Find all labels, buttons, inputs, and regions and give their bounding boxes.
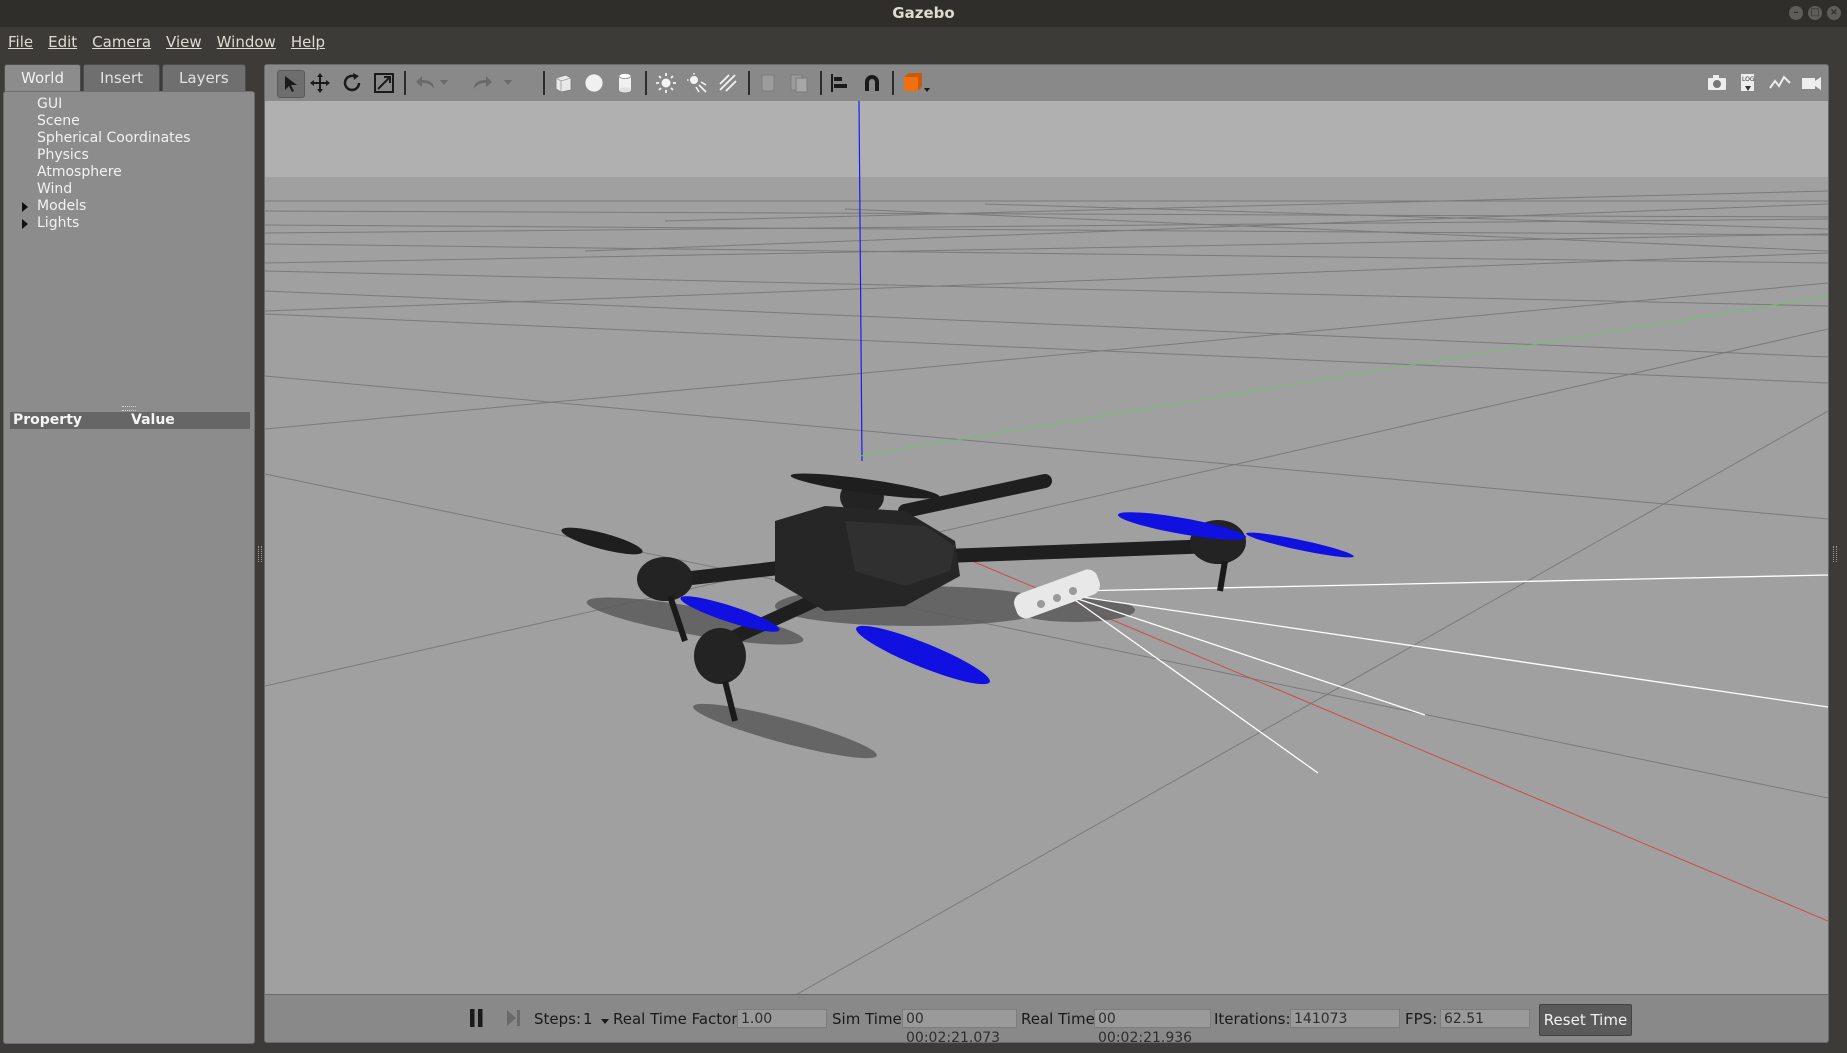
sim-time-value: 00 00:02:21.073 bbox=[902, 1009, 1017, 1046]
value-column-header: Value bbox=[131, 412, 175, 428]
spot-light-icon[interactable] bbox=[684, 70, 710, 96]
rotate-icon[interactable] bbox=[339, 70, 365, 96]
tree-item-models[interactable]: Models bbox=[12, 198, 191, 215]
pause-icon[interactable] bbox=[470, 1009, 484, 1031]
left-panel-tabs: World Insert Layers bbox=[4, 64, 246, 91]
select-arrow-icon[interactable] bbox=[277, 70, 305, 98]
iterations-value: 141073 bbox=[1290, 1009, 1400, 1028]
align-icon[interactable] bbox=[827, 70, 853, 96]
expand-arrow-icon[interactable] bbox=[22, 219, 28, 229]
real-time-value: 00 00:02:21.936 bbox=[1094, 1009, 1211, 1046]
menu-help[interactable]: Help bbox=[284, 33, 332, 51]
menu-edit[interactable]: Edit bbox=[41, 33, 84, 51]
panel-splitter-handle[interactable] bbox=[122, 406, 136, 411]
scene-viewport[interactable] bbox=[264, 101, 1829, 994]
reset-time-button[interactable]: Reset Time bbox=[1539, 1004, 1632, 1036]
menu-file[interactable]: File bbox=[1, 33, 40, 51]
maximize-icon[interactable]: □ bbox=[1808, 6, 1822, 20]
real-time-label: Real Time: bbox=[1021, 1010, 1100, 1028]
scene-render bbox=[265, 101, 1828, 994]
left-panel-resize-handle[interactable] bbox=[258, 546, 262, 562]
tab-insert[interactable]: Insert bbox=[83, 64, 161, 91]
world-panel: GUI Scene Spherical Coordinates Physics … bbox=[3, 91, 255, 1044]
undo-history-icon[interactable] bbox=[437, 70, 451, 96]
tree-item-spherical-coordinates[interactable]: Spherical Coordinates bbox=[12, 130, 191, 147]
menu-camera[interactable]: Camera bbox=[85, 33, 158, 51]
tree-item-physics[interactable]: Physics bbox=[12, 147, 191, 164]
tree-item-gui[interactable]: GUI bbox=[12, 96, 191, 113]
tab-world[interactable]: World bbox=[4, 64, 81, 91]
window-title: Gazebo bbox=[892, 4, 955, 22]
step-forward-icon[interactable] bbox=[507, 1009, 521, 1031]
simulation-status-bar: Steps: 1 Real Time Factor: 1.00 Sim Time… bbox=[264, 994, 1829, 1046]
snap-icon[interactable] bbox=[859, 70, 885, 96]
main-toolbar: LOG bbox=[264, 64, 1829, 102]
rtf-label: Real Time Factor: bbox=[613, 1010, 743, 1028]
right-panel-resize-handle[interactable] bbox=[1833, 546, 1837, 562]
steps-dropdown[interactable]: 1 bbox=[583, 1010, 610, 1028]
minimize-icon[interactable]: – bbox=[1789, 6, 1803, 20]
log-icon[interactable]: LOG bbox=[1735, 70, 1761, 96]
fps-value: 62.51 bbox=[1440, 1009, 1530, 1028]
tree-item-scene[interactable]: Scene bbox=[12, 113, 191, 130]
property-table-header: Property Value bbox=[10, 412, 250, 429]
rtf-value: 1.00 bbox=[737, 1009, 827, 1028]
translate-icon[interactable] bbox=[307, 70, 333, 96]
redo-history-icon[interactable] bbox=[501, 70, 515, 96]
cylinder-shape-icon[interactable] bbox=[612, 70, 638, 96]
iterations-label: Iterations: bbox=[1214, 1010, 1291, 1028]
menu-view[interactable]: View bbox=[159, 33, 209, 51]
screenshot-icon[interactable] bbox=[1704, 70, 1730, 96]
undo-icon[interactable] bbox=[413, 70, 439, 96]
redo-icon[interactable] bbox=[469, 70, 495, 96]
property-column-header: Property bbox=[13, 412, 83, 428]
sim-time-label: Sim Time: bbox=[832, 1010, 907, 1028]
fps-label: FPS: bbox=[1405, 1010, 1438, 1028]
tree-item-atmosphere[interactable]: Atmosphere bbox=[12, 164, 191, 181]
window-controls: – □ × bbox=[1789, 6, 1841, 20]
point-light-icon[interactable] bbox=[653, 70, 679, 96]
record-video-icon[interactable] bbox=[1798, 70, 1824, 96]
copy-icon[interactable] bbox=[755, 70, 781, 96]
world-tree: GUI Scene Spherical Coordinates Physics … bbox=[12, 96, 191, 232]
svg-text:LOG: LOG bbox=[1742, 76, 1755, 83]
tab-layers[interactable]: Layers bbox=[162, 64, 246, 91]
window-titlebar: Gazebo – □ × bbox=[0, 0, 1847, 27]
box-shape-icon[interactable] bbox=[550, 70, 576, 96]
close-icon[interactable]: × bbox=[1827, 6, 1841, 20]
view-angle-icon[interactable] bbox=[899, 70, 933, 96]
scale-icon[interactable] bbox=[371, 70, 397, 96]
paste-icon[interactable] bbox=[786, 70, 812, 96]
expand-arrow-icon[interactable] bbox=[22, 202, 28, 212]
tree-item-lights[interactable]: Lights bbox=[12, 215, 191, 232]
menu-window[interactable]: Window bbox=[210, 33, 283, 51]
menu-bar: File Edit Camera View Window Help bbox=[0, 27, 1847, 57]
directional-light-icon[interactable] bbox=[715, 70, 741, 96]
tree-item-wind[interactable]: Wind bbox=[12, 181, 191, 198]
sphere-shape-icon[interactable] bbox=[581, 70, 607, 96]
plot-icon[interactable] bbox=[1767, 70, 1793, 96]
steps-label: Steps: bbox=[534, 1010, 582, 1028]
